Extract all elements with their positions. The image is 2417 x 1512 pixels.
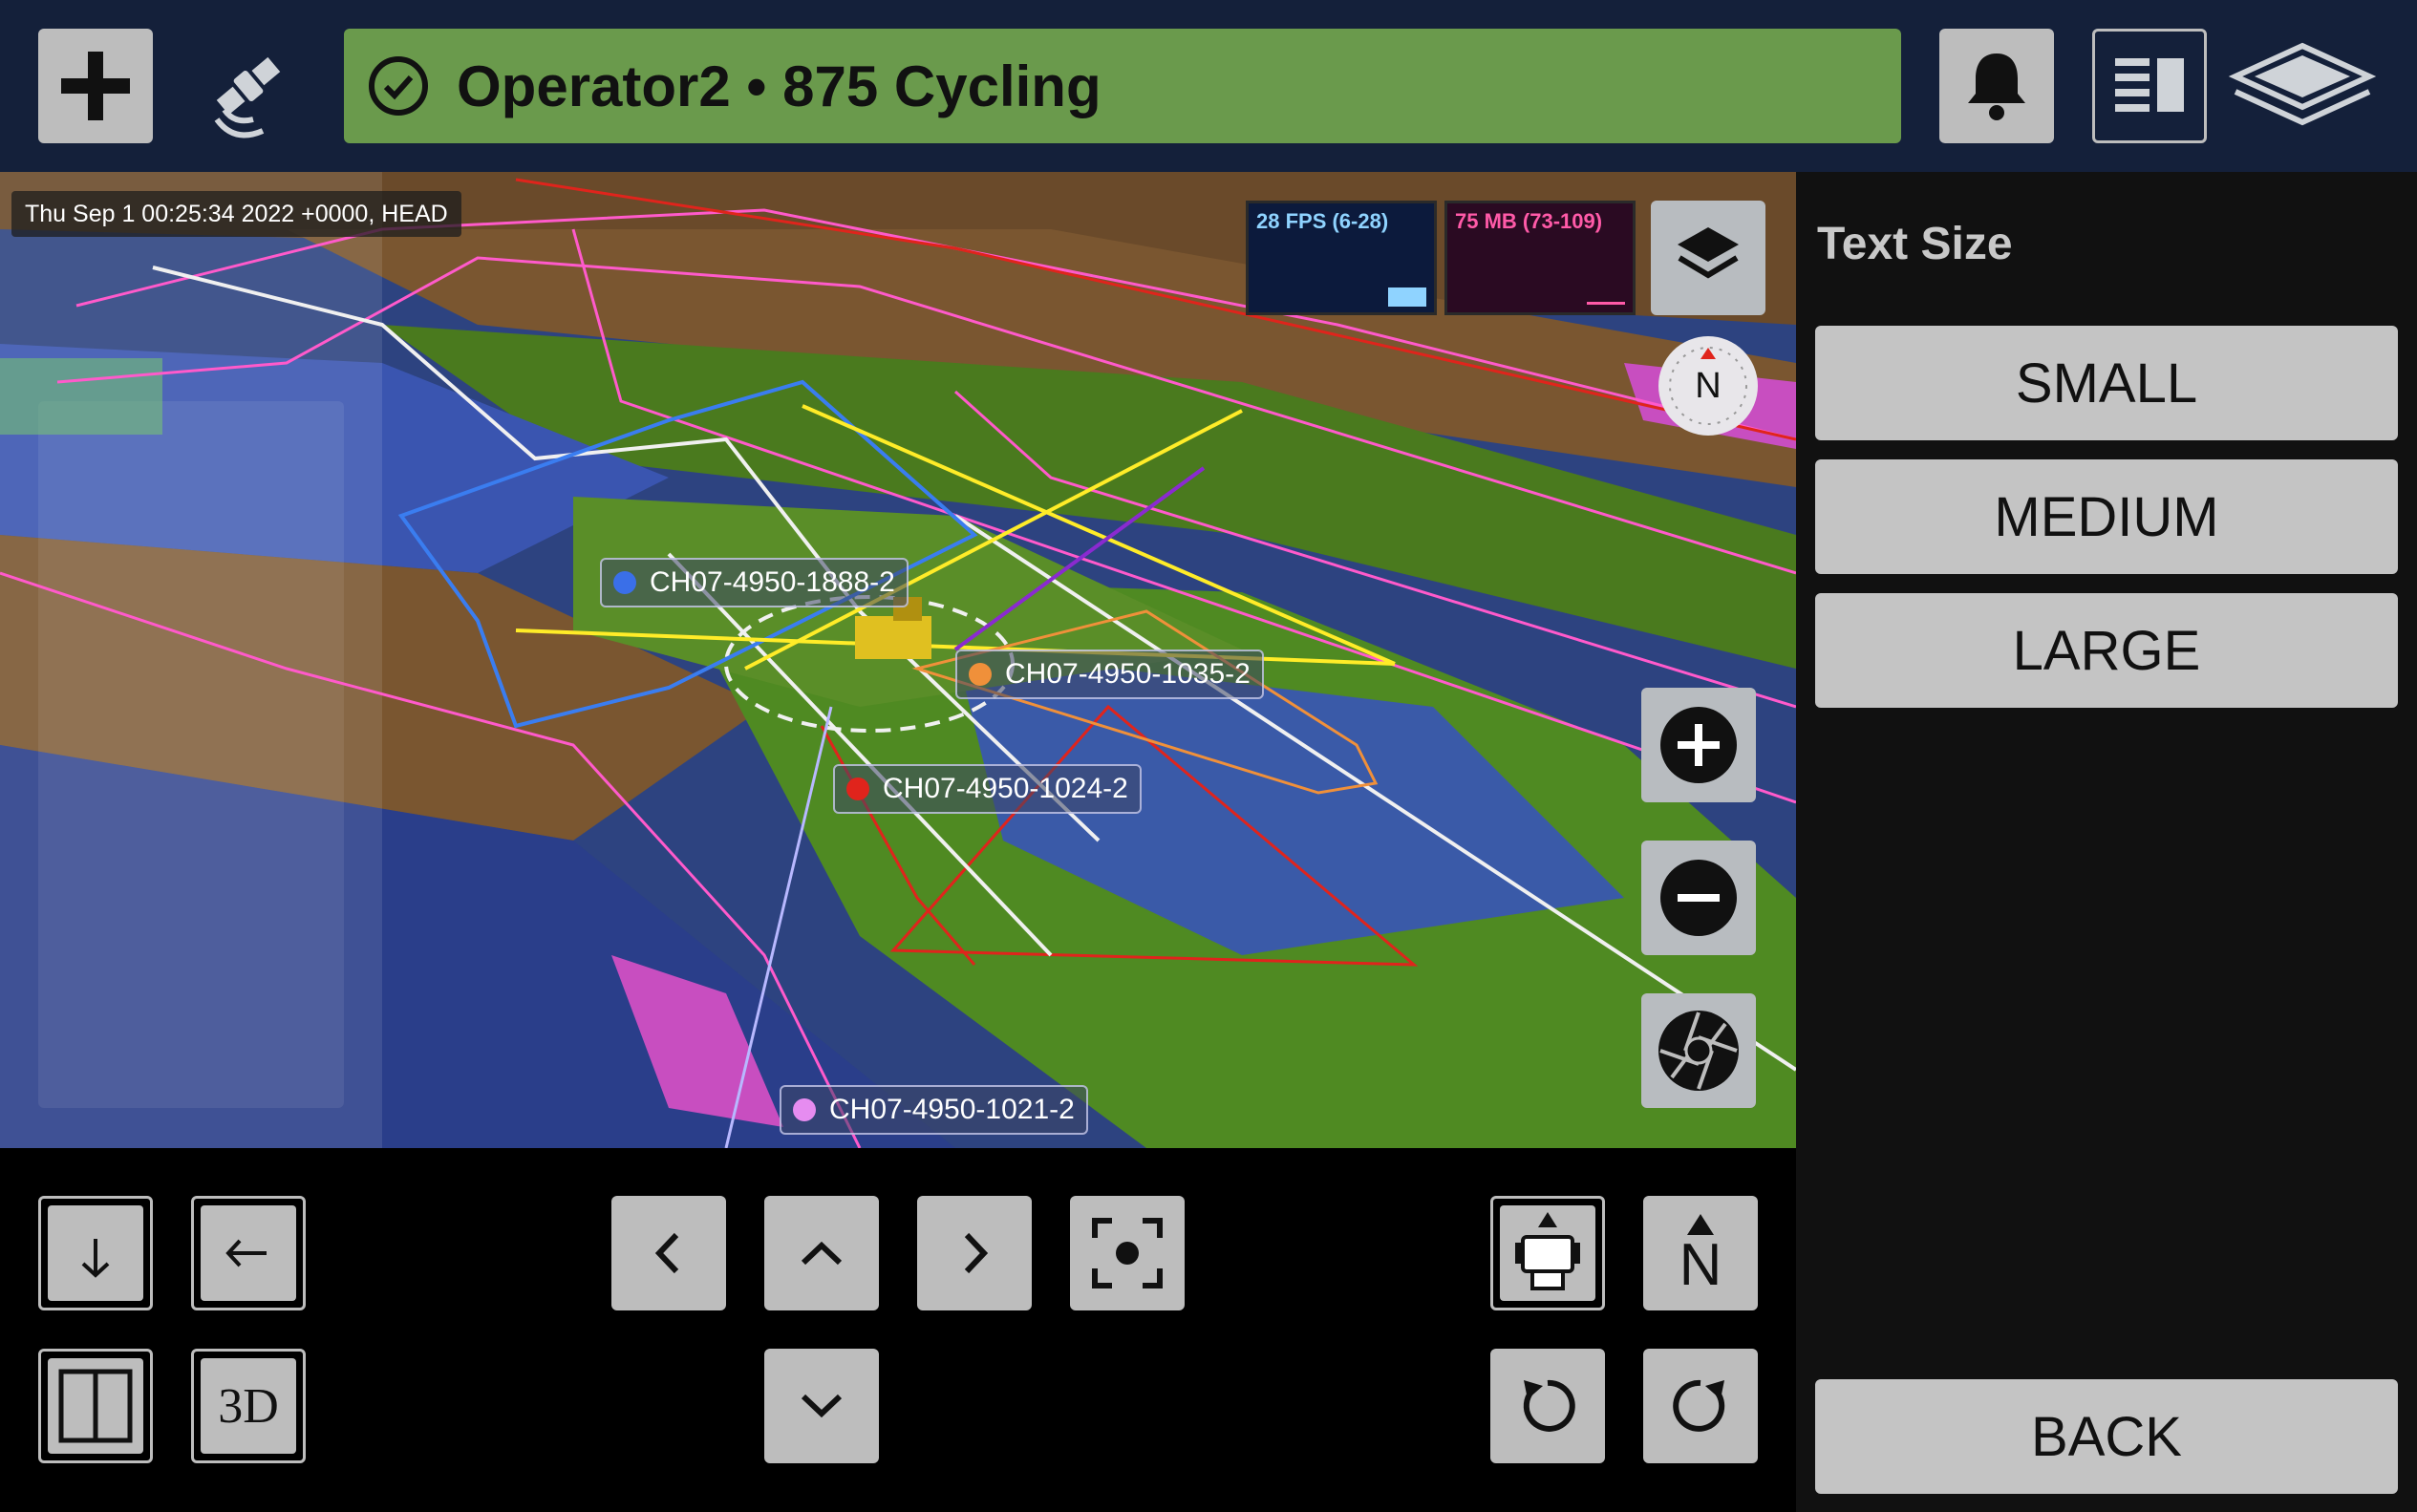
machine-chip[interactable]: CH07-4950-1035-2 (955, 650, 1264, 699)
arrow-left-icon (225, 1239, 267, 1267)
view-3d-label: 3D (218, 1378, 279, 1434)
machine-chip[interactable]: CH07-4950-1024-2 (833, 764, 1142, 814)
layers-button[interactable] (1651, 201, 1765, 315)
machine-color-dot (969, 663, 992, 686)
check-circle-icon (369, 56, 428, 116)
focus-target-icon (1092, 1218, 1163, 1288)
north-up-button[interactable]: N (1643, 1196, 1758, 1310)
zoom-in-button[interactable] (1641, 688, 1756, 802)
terrain-render (0, 172, 1796, 1148)
machine-label: CH07-4950-1021-2 (829, 1094, 1075, 1125)
compass-button[interactable]: N (1658, 336, 1758, 436)
pan-down-button[interactable] (764, 1349, 879, 1463)
zoom-out-icon (1660, 860, 1737, 936)
plus-icon (61, 52, 130, 120)
chevron-down-icon (801, 1394, 843, 1418)
status-banner[interactable]: Operator2 • 875 Cycling (344, 29, 1901, 143)
machine-label: CH07-4950-1035-2 (1005, 658, 1251, 690)
split-view-icon (58, 1369, 133, 1443)
layers-icon (1678, 227, 1739, 279)
back-arrow-button[interactable] (191, 1196, 306, 1310)
memory-monitor: 75 MB (73-109) (1444, 201, 1636, 315)
timestamp-label: Thu Sep 1 00:25:34 2022 +0000, HEAD (11, 191, 461, 237)
machine-heading-button[interactable] (1490, 1196, 1605, 1310)
zoom-out-button[interactable] (1641, 841, 1756, 955)
machine-color-dot (846, 777, 869, 800)
fps-label: 28 FPS (6-28) (1256, 209, 1389, 233)
machine-color-dot (613, 571, 636, 594)
split-view-button[interactable] (38, 1349, 153, 1463)
bell-icon (1968, 53, 2025, 120)
fps-monitor: 28 FPS (6-28) (1246, 201, 1437, 315)
notifications-button[interactable] (1939, 29, 2054, 143)
map-view[interactable]: Thu Sep 1 00:25:34 2022 +0000, HEAD 28 F… (0, 172, 1796, 1148)
arrow-down-icon (81, 1239, 110, 1278)
chevron-up-icon (801, 1241, 843, 1266)
sidebar-layout-icon (2115, 58, 2184, 112)
compass-label: N (1695, 365, 1722, 406)
add-button[interactable] (38, 29, 153, 143)
machine-heading-icon (1515, 1212, 1580, 1290)
pan-right-button[interactable] (917, 1196, 1032, 1310)
panel-title: Text Size (1817, 219, 2013, 269)
machine-label: CH07-4950-1888-2 (650, 566, 895, 598)
rotate-ccw-icon (1523, 1379, 1575, 1432)
fps-graph (1388, 287, 1426, 307)
layers-logo-icon (2228, 42, 2377, 126)
status-text: Operator2 • 875 Cycling (457, 53, 1102, 118)
machine-color-dot (793, 1098, 816, 1121)
pan-up-button[interactable] (764, 1196, 879, 1310)
memory-graph (1587, 302, 1625, 305)
download-button[interactable] (38, 1196, 153, 1310)
rotate-cw-icon (1673, 1379, 1725, 1432)
machine-chip[interactable]: CH07-4950-1021-2 (780, 1085, 1088, 1135)
rotate-left-button[interactable] (1490, 1349, 1605, 1463)
chevron-left-icon (654, 1232, 679, 1274)
satellite-button[interactable] (196, 33, 301, 138)
pan-left-button[interactable] (611, 1196, 726, 1310)
camera-shutter-icon (1658, 1011, 1739, 1091)
text-size-medium-button[interactable]: MEDIUM (1815, 459, 2398, 574)
memory-label: 75 MB (73-109) (1455, 209, 1603, 233)
machine-label: CH07-4950-1024-2 (883, 773, 1128, 804)
view-3d-button[interactable]: 3D (191, 1349, 306, 1463)
satellite-icon (214, 56, 281, 138)
brand-logo (2226, 38, 2379, 134)
text-size-small-button[interactable]: SMALL (1815, 326, 2398, 440)
chevron-right-icon (964, 1232, 989, 1274)
screenshot-button[interactable] (1641, 993, 1756, 1108)
north-label: N (1679, 1232, 1722, 1298)
machine-chip[interactable]: CH07-4950-1888-2 (600, 558, 909, 607)
recenter-button[interactable] (1070, 1196, 1185, 1310)
zoom-in-icon (1660, 707, 1737, 783)
back-button[interactable]: BACK (1815, 1379, 2398, 1494)
rotate-right-button[interactable] (1643, 1349, 1758, 1463)
panel-toggle-button[interactable] (2092, 29, 2207, 143)
text-size-large-button[interactable]: LARGE (1815, 593, 2398, 708)
